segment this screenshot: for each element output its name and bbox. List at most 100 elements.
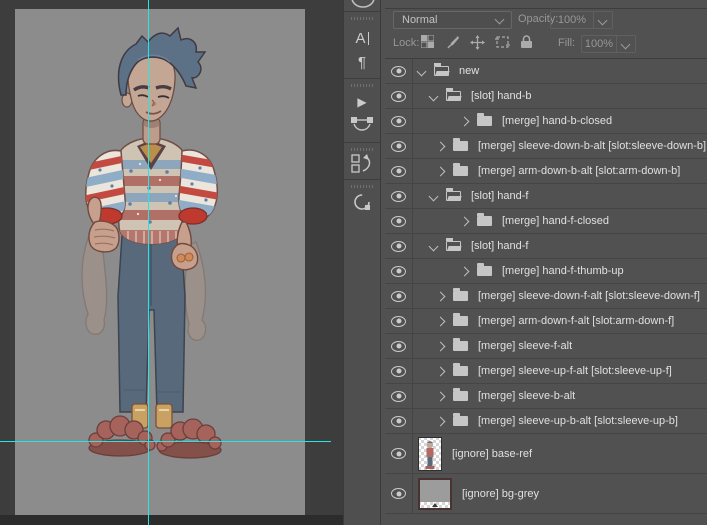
layer-row-sleeve-f-alt[interactable]: [merge] sleeve-f-alt (385, 334, 707, 359)
eye-icon (391, 391, 406, 402)
chevron-expanded-icon[interactable] (429, 241, 439, 251)
lock-artboard-icon[interactable] (495, 35, 510, 49)
layer-row-hand-f-thumb-up[interactable]: [merge] hand-f-thumb-up (385, 259, 707, 284)
lock-pixels-icon[interactable] (446, 35, 460, 49)
layer-name[interactable]: [merge] sleeve-up-b-alt [slot:sleeve-up-… (478, 415, 678, 427)
layer-row-slot-hand-f-2[interactable]: [slot] hand-f (385, 234, 707, 259)
eye-icon (391, 291, 406, 302)
folder-icon (477, 216, 492, 226)
layer-name[interactable]: [merge] sleeve-b-alt (478, 390, 575, 402)
canvas-area[interactable] (0, 0, 343, 525)
layer-row-hand-b-closed[interactable]: [merge] hand-b-closed (385, 109, 707, 134)
visibility-toggle[interactable] (385, 234, 413, 258)
layer-row-slot-hand-b[interactable]: [slot] hand-b (385, 84, 707, 109)
layer-row-sleeve-up-f-alt[interactable]: [merge] sleeve-up-f-alt [slot:sleeve-up-… (385, 359, 707, 384)
layer-name[interactable]: [merge] sleeve-up-f-alt [slot:sleeve-up-… (478, 365, 672, 377)
chevron-collapsed-icon[interactable] (436, 391, 446, 401)
layer-name[interactable]: [slot] hand-f (471, 190, 528, 202)
chevron-collapsed-icon[interactable] (436, 291, 446, 301)
layer-row-hand-f-closed[interactable]: [merge] hand-f-closed (385, 209, 707, 234)
chevron-collapsed-icon[interactable] (436, 416, 446, 426)
dock-grip[interactable] (351, 84, 373, 87)
layer-name[interactable]: [merge] hand-f-thumb-up (502, 265, 624, 277)
layer-name[interactable]: [merge] arm-down-b-alt [slot:arm-down-b] (478, 165, 680, 177)
eye-icon (391, 216, 406, 227)
layer-row-base-ref[interactable]: [ignore] base-ref (385, 434, 707, 474)
chevron-collapsed-icon[interactable] (460, 216, 470, 226)
opacity-value[interactable]: 100% (550, 11, 594, 29)
opacity-dropdown-button[interactable] (594, 11, 613, 29)
layer-row-slot-hand-f[interactable]: [slot] hand-f (385, 184, 707, 209)
layer-row-arm-down-f-alt[interactable]: [merge] arm-down-f-alt [slot:arm-down-f] (385, 309, 707, 334)
chevron-collapsed-icon[interactable] (460, 266, 470, 276)
layer-row-new[interactable]: new (385, 59, 707, 84)
eye-icon (391, 116, 406, 127)
chevron-collapsed-icon[interactable] (436, 341, 446, 351)
dock-grip[interactable] (351, 148, 373, 151)
dock-grip[interactable] (351, 17, 373, 20)
layer-name[interactable]: [merge] sleeve-down-f-alt [slot:sleeve-d… (478, 290, 700, 302)
visibility-toggle[interactable] (385, 359, 413, 383)
layer-thumbnail[interactable] (418, 437, 442, 471)
layer-name[interactable]: [merge] hand-b-closed (502, 115, 612, 127)
layer-row-sleeve-b-alt[interactable]: [merge] sleeve-b-alt (385, 384, 707, 409)
layer-name[interactable]: [merge] sleeve-down-b-alt [slot:sleeve-d… (478, 140, 706, 152)
visibility-toggle[interactable] (385, 209, 413, 233)
layer-name[interactable]: [slot] hand-f (471, 240, 528, 252)
chevron-expanded-icon[interactable] (417, 66, 427, 76)
layer-row-sleeve-down-b-alt[interactable]: [merge] sleeve-down-b-alt [slot:sleeve-d… (385, 134, 707, 159)
visibility-toggle[interactable] (385, 184, 413, 208)
visibility-toggle[interactable] (385, 284, 413, 308)
history-panel-icon[interactable] (344, 154, 380, 178)
lock-position-icon[interactable] (470, 35, 485, 50)
lock-transparency-icon[interactable] (421, 35, 434, 48)
visibility-toggle[interactable] (385, 409, 413, 433)
layer-name[interactable]: [ignore] bg-grey (462, 488, 539, 500)
eye-icon (391, 366, 406, 377)
horizontal-guide[interactable] (0, 441, 331, 442)
lock-all-icon[interactable] (520, 35, 533, 49)
fill-value[interactable]: 100% (581, 35, 617, 53)
visibility-toggle[interactable] (385, 334, 413, 358)
layer-row-sleeve-down-f-alt[interactable]: [merge] sleeve-down-f-alt [slot:sleeve-d… (385, 284, 707, 309)
character-panel-icon[interactable]: A (344, 30, 380, 48)
layer-row-sleeve-up-b-alt[interactable]: [merge] sleeve-up-b-alt [slot:sleeve-up-… (385, 409, 707, 434)
visibility-toggle[interactable] (385, 109, 413, 133)
chevron-expanded-icon[interactable] (429, 191, 439, 201)
folder-icon (453, 341, 468, 351)
visibility-toggle[interactable] (385, 134, 413, 158)
layer-name[interactable]: [slot] hand-b (471, 90, 532, 102)
paragraph-panel-icon[interactable]: ¶ (344, 54, 380, 72)
chevron-collapsed-icon[interactable] (436, 166, 446, 176)
visibility-toggle[interactable] (385, 384, 413, 408)
visibility-toggle[interactable] (385, 59, 413, 83)
paths-panel-icon[interactable] (344, 115, 380, 139)
chevron-collapsed-icon[interactable] (460, 116, 470, 126)
layer-name[interactable]: [ignore] base-ref (452, 448, 532, 460)
layer-row-arm-down-b-alt[interactable]: [merge] arm-down-b-alt [slot:arm-down-b] (385, 159, 707, 184)
fill-dropdown-button[interactable] (617, 35, 636, 53)
rotate-view-panel-icon[interactable] (344, 192, 380, 217)
visibility-toggle[interactable] (385, 474, 413, 513)
layer-name[interactable]: [merge] sleeve-f-alt (478, 340, 572, 352)
visibility-toggle[interactable] (385, 434, 413, 473)
libraries-panel-icon[interactable] (350, 0, 376, 9)
layer-thumbnail[interactable] (418, 478, 452, 510)
actions-panel-icon[interactable]: ▶ (344, 95, 380, 109)
lock-label: Lock: (393, 37, 419, 49)
visibility-toggle[interactable] (385, 309, 413, 333)
vertical-guide[interactable] (148, 0, 149, 525)
layer-name[interactable]: [merge] hand-f-closed (502, 215, 609, 227)
chevron-collapsed-icon[interactable] (436, 316, 446, 326)
visibility-toggle[interactable] (385, 84, 413, 108)
layer-row-bg-grey[interactable]: [ignore] bg-grey (385, 474, 707, 514)
layer-name[interactable]: [merge] arm-down-f-alt [slot:arm-down-f] (478, 315, 674, 327)
visibility-toggle[interactable] (385, 159, 413, 183)
visibility-toggle[interactable] (385, 259, 413, 283)
layer-name[interactable]: new (459, 65, 479, 77)
chevron-expanded-icon[interactable] (429, 91, 439, 101)
blend-mode-select[interactable]: Normal (393, 11, 512, 29)
chevron-collapsed-icon[interactable] (436, 366, 446, 376)
dock-grip[interactable] (351, 185, 373, 188)
chevron-collapsed-icon[interactable] (436, 141, 446, 151)
